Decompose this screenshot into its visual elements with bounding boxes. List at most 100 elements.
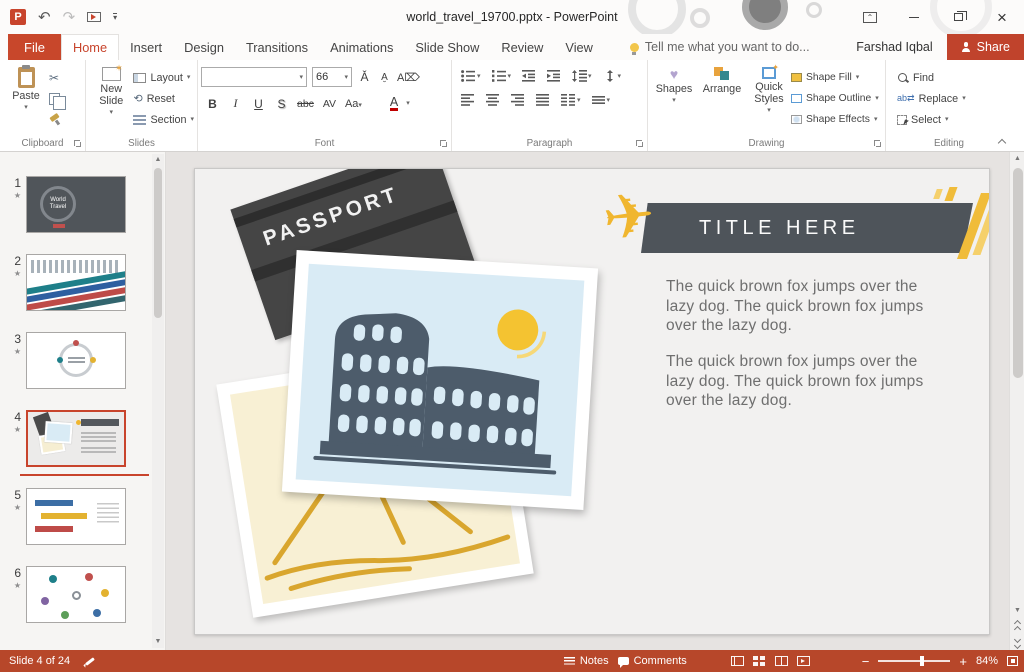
tab-animations[interactable]: Animations	[319, 34, 404, 60]
slide-title[interactable]: TITLE HERE	[699, 203, 860, 253]
previous-slide-button[interactable]	[1010, 618, 1024, 634]
align-center-button[interactable]	[484, 92, 502, 108]
restore-button[interactable]	[936, 0, 980, 34]
character-spacing-button[interactable]: AV	[322, 98, 337, 110]
thumbnail-scrollbar[interactable]: ▲ ▼	[152, 154, 164, 648]
zoom-out-button[interactable]: −	[862, 655, 870, 668]
normal-view-button[interactable]	[731, 656, 744, 666]
slide-editor[interactable]: PASSPORT	[194, 168, 990, 635]
bullets-button[interactable]: ▾	[459, 68, 483, 84]
select-button[interactable]: Select▾	[897, 111, 1009, 128]
slideshow-view-button[interactable]	[797, 656, 810, 666]
underline-button[interactable]: U	[251, 97, 266, 111]
slide-thumbnail-2[interactable]: 2★	[6, 254, 165, 311]
slide-thumbnail-1[interactable]: 1★ World Travel	[6, 176, 165, 233]
font-color-button[interactable]: A	[390, 96, 398, 111]
drawing-dialog-launcher[interactable]	[874, 140, 882, 148]
font-size-combo[interactable]: 66▾	[312, 67, 352, 87]
align-right-button[interactable]	[509, 92, 527, 108]
columns-button[interactable]: ▾	[559, 92, 583, 108]
scroll-up-icon[interactable]: ▲	[152, 154, 164, 166]
zoom-percentage[interactable]: 84%	[976, 655, 998, 667]
format-painter-button[interactable]	[49, 111, 61, 128]
shapes-button[interactable]: ♥ Shapes ▾	[651, 64, 697, 128]
justify-button[interactable]	[534, 92, 552, 108]
clear-formatting-button[interactable]: A⌦	[397, 71, 420, 84]
scrollbar-thumb[interactable]	[1013, 168, 1023, 378]
scroll-down-icon[interactable]: ▼	[1010, 604, 1024, 618]
scrollbar-thumb[interactable]	[154, 168, 162, 318]
shape-effects-button[interactable]: Shape Effects▾	[791, 111, 879, 128]
tab-home[interactable]: Home	[61, 34, 119, 60]
scroll-up-icon[interactable]: ▲	[1010, 152, 1024, 166]
slide-paragraph-1[interactable]: The quick brown fox jumps over the lazy …	[666, 277, 948, 336]
tab-view[interactable]: View	[554, 34, 604, 60]
minimize-button[interactable]	[892, 0, 936, 34]
slide-thumbnail-5[interactable]: 5★	[6, 488, 165, 545]
layout-button[interactable]: Layout▾	[133, 69, 194, 86]
slide-sorter-view-button[interactable]	[753, 656, 766, 666]
ink-pen-icon[interactable]	[84, 655, 96, 667]
share-button[interactable]: Share	[947, 34, 1024, 60]
tab-insert[interactable]: Insert	[119, 34, 173, 60]
numbering-button[interactable]: ▾	[490, 68, 514, 84]
redo-icon[interactable]: ↷	[63, 8, 76, 26]
start-slideshow-icon[interactable]	[87, 12, 101, 22]
slide-indicator[interactable]: Slide 4 of 24	[9, 655, 70, 667]
paragraph-dialog-launcher[interactable]	[636, 140, 644, 148]
paste-button[interactable]: Paste ▾	[3, 64, 49, 128]
replace-button[interactable]: ab⇄Replace▾	[897, 90, 1009, 107]
zoom-slider[interactable]	[878, 660, 950, 662]
vertical-scrollbar[interactable]: ▲ ▼	[1009, 152, 1024, 650]
tab-review[interactable]: Review	[490, 34, 554, 60]
align-left-button[interactable]	[459, 92, 477, 108]
slide-thumbnail-4-selected[interactable]: 4★	[6, 410, 165, 467]
slide-paragraph-2[interactable]: The quick brown fox jumps over the lazy …	[666, 352, 948, 411]
zoom-slider-thumb[interactable]	[920, 656, 924, 666]
powerpoint-app-icon[interactable]: P	[10, 9, 26, 25]
slide-thumbnail-3[interactable]: 3★	[6, 332, 165, 389]
next-slide-button[interactable]	[1010, 634, 1024, 650]
grow-font-button[interactable]: Ǎ	[357, 70, 372, 84]
scroll-down-icon[interactable]: ▼	[152, 636, 164, 648]
find-button[interactable]: Find	[897, 69, 1009, 86]
undo-icon[interactable]: ↶	[38, 8, 51, 26]
line-spacing-button[interactable]: ▾	[570, 68, 594, 84]
notes-button[interactable]: Notes	[564, 655, 609, 667]
quick-styles-button[interactable]: Quick Styles ▾	[747, 64, 791, 128]
tab-file[interactable]: File	[8, 34, 61, 60]
reset-button[interactable]: ⟲Reset	[133, 90, 194, 107]
arrange-button[interactable]: Arrange	[697, 64, 747, 128]
new-slide-button[interactable]: New Slide ▾	[89, 64, 133, 128]
shrink-font-button[interactable]: A̮	[377, 72, 392, 83]
decrease-indent-button[interactable]	[520, 68, 538, 84]
copy-button[interactable]	[49, 90, 61, 107]
collapse-ribbon-button[interactable]	[998, 137, 1006, 145]
text-shadow-button[interactable]: S	[274, 97, 289, 111]
clipboard-dialog-launcher[interactable]	[74, 140, 82, 148]
shape-outline-button[interactable]: Shape Outline▾	[791, 90, 879, 107]
fit-slide-to-window-button[interactable]	[1007, 656, 1018, 666]
cut-button[interactable]: ✂	[49, 69, 61, 86]
shape-fill-button[interactable]: Shape Fill▾	[791, 69, 879, 86]
tab-design[interactable]: Design	[173, 34, 235, 60]
section-button[interactable]: Section▾	[133, 111, 194, 128]
account-name[interactable]: Farshad Iqbal	[856, 34, 932, 60]
increase-indent-button[interactable]	[545, 68, 563, 84]
bold-button[interactable]: B	[205, 97, 220, 111]
slide-thumbnail-6[interactable]: 6★	[6, 566, 165, 623]
tab-transitions[interactable]: Transitions	[235, 34, 319, 60]
tab-slideshow[interactable]: Slide Show	[404, 34, 490, 60]
italic-button[interactable]: I	[228, 96, 243, 111]
tell-me-search[interactable]: Tell me what you want to do...	[630, 34, 810, 60]
close-button[interactable]: ×	[980, 0, 1024, 34]
change-case-button[interactable]: Aa▾	[345, 98, 362, 110]
zoom-in-button[interactable]: +	[959, 655, 967, 668]
align-text-button[interactable]: ▾	[590, 92, 613, 108]
font-name-combo[interactable]: ▾	[201, 67, 307, 87]
colosseum-photo[interactable]	[282, 250, 598, 510]
comments-button[interactable]: Comments	[618, 655, 687, 667]
strikethrough-button[interactable]: abc	[297, 98, 314, 110]
reading-view-button[interactable]	[775, 656, 788, 666]
customize-qat-icon[interactable]: ▾	[113, 13, 117, 21]
